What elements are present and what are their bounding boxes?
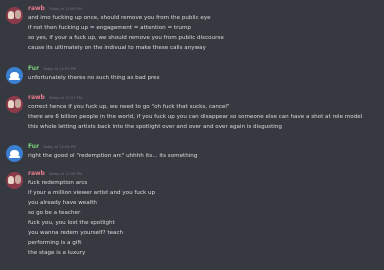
message-line: fuck redemption arcs (28, 180, 88, 186)
message-line: unfortunately theres no such thing as ba… (28, 75, 160, 81)
timestamp: Today at 12:07 PM (48, 96, 82, 100)
avatar[interactable] (6, 145, 23, 162)
username[interactable]: rawb (28, 94, 45, 102)
message-line: if not then fucking up = engagement = at… (28, 25, 191, 31)
message-line: and imo fucking up once, should remove y… (28, 15, 211, 21)
timestamp: Today at 12:07 PM (43, 67, 77, 71)
message-line: there are 6 billion people in the world,… (28, 114, 363, 120)
message-line: performing is a gift (28, 240, 82, 246)
username[interactable]: rawb (28, 170, 45, 178)
avatar[interactable] (6, 67, 23, 84)
message-body: right the good ol "redemption arc" uhhhh… (28, 151, 380, 161)
username[interactable]: Fur (28, 143, 39, 151)
message-line: if your a million viewer artist and you … (28, 190, 156, 196)
avatar[interactable] (6, 172, 23, 189)
timestamp: Today at 12:08 PM (43, 145, 77, 149)
message-body: and imo fucking up once, should remove y… (28, 13, 380, 53)
timestamp: Today at 12:06 PM (48, 7, 82, 11)
message-line: so go be a teacher (28, 210, 81, 216)
message-line: fuck you, you lost the spotlight (28, 220, 115, 226)
message-line: correct hence if you fuck up, we need to… (28, 104, 230, 110)
message-body: unfortunately theres no such thing as ba… (28, 73, 380, 83)
avatar[interactable] (6, 7, 23, 24)
message-line: you already have wealth (28, 200, 97, 206)
message-line: you wanna redem yourself? teach (28, 230, 124, 236)
message-line: this whole letting artists back into the… (28, 124, 282, 130)
username[interactable]: Fur (28, 65, 39, 73)
message-line: right the good ol "redemption arc" uhhhh… (28, 153, 198, 159)
message-body: correct hence if you fuck up, we need to… (28, 102, 380, 132)
chat-log: rawb Today at 12:06 PM and imo fucking up… (0, 0, 384, 270)
message-line: cause its ultimately on the indivual to … (28, 45, 206, 51)
message-body: fuck redemption arcs if your a million v… (28, 178, 380, 258)
avatar[interactable] (6, 96, 23, 113)
timestamp: Today at 12:08 PM (48, 172, 82, 176)
message-line: so yes, if your a fuck up, we should rem… (28, 35, 224, 41)
username[interactable]: rawb (28, 5, 45, 13)
message-line: the stage is a luxury (28, 250, 86, 256)
